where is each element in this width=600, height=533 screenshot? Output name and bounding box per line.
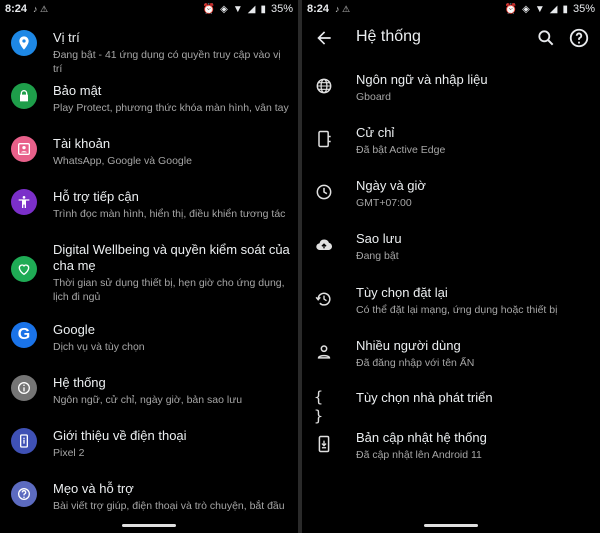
google-icon: G — [11, 322, 37, 348]
item-subtitle: Gboard — [356, 91, 392, 103]
status-time: 8:24 — [5, 3, 28, 15]
status-bar: 8:24 ♪ ⚠ ⏰ ◈ ▼ ◢ ▮ 35% — [302, 0, 600, 18]
page-title: Hệ thống — [356, 28, 421, 45]
item-title: Cử chỉ — [356, 125, 395, 140]
item-subtitle: Đang bật — [356, 250, 399, 262]
item-subtitle: Pixel 2 — [53, 447, 85, 459]
item-title: Google — [53, 322, 95, 337]
system-settings-panel: 8:24 ♪ ⚠ ⏰ ◈ ▼ ◢ ▮ 35% Hệ thống Ngôn ngữ… — [302, 0, 600, 533]
person-icon — [314, 342, 334, 362]
back-arrow-icon[interactable] — [314, 28, 334, 48]
gesture-nav-bar[interactable] — [122, 524, 176, 527]
notification-icons: ♪ ⚠ — [335, 3, 351, 14]
alarm-icon: ⏰ — [504, 3, 518, 15]
battery-level: 35% — [270, 3, 293, 15]
item-title: Tài khoản — [53, 136, 111, 151]
status-bar: 8:24 ♪ ⚠ ⏰ ◈ ▼ ◢ ▮ 35% — [0, 0, 298, 18]
item-subtitle: Thời gian sử dụng thiết bị, hẹn giờ cho … — [53, 277, 285, 303]
item-title: Nhiều người dùng — [356, 338, 461, 353]
item-subtitle: WhatsApp, Google và Google — [53, 155, 192, 167]
phone-icon — [11, 428, 37, 454]
item-subtitle: Có thể đặt lại mạng, ứng dụng hoặc thiết… — [356, 304, 558, 316]
notification-icons: ♪ ⚠ — [33, 3, 49, 14]
item-subtitle: Play Protect, phương thức khóa màn hình,… — [53, 102, 289, 114]
app-bar: Hệ thống — [302, 18, 600, 58]
item-title: Digital Wellbeing và quyền kiểm soát của… — [53, 242, 290, 273]
item-title: Tùy chọn nhà phát triển — [356, 390, 493, 405]
location-icon — [11, 30, 37, 56]
gesture-phone-icon — [314, 129, 334, 149]
alarm-icon: ⏰ — [202, 3, 216, 15]
clock-icon — [314, 182, 334, 202]
history-icon — [314, 289, 334, 309]
account-icon — [11, 136, 37, 162]
item-title: Ngày và giờ — [356, 178, 426, 193]
item-subtitle: Dịch vụ và tùy chọn — [53, 341, 145, 353]
item-subtitle: GMT+07:00 — [356, 197, 412, 209]
signal-icon: ◢ — [549, 3, 558, 15]
item-title: Bản cập nhật hệ thống — [356, 430, 487, 445]
item-title: Vị trí — [53, 30, 80, 45]
info-icon — [11, 375, 37, 401]
item-subtitle: Đang bật - 41 ứng dụng có quyền truy cập… — [53, 49, 281, 75]
item-title: Mẹo và hỗ trợ — [53, 481, 134, 496]
item-title: Hệ thống — [53, 375, 106, 390]
help-icon[interactable] — [568, 27, 590, 49]
settings-panel-left: 8:24 ♪ ⚠ ⏰ ◈ ▼ ◢ ▮ 35% Vị trí Đang bật -… — [0, 0, 298, 533]
system-update-icon — [314, 434, 334, 454]
globe-icon — [314, 76, 334, 96]
item-subtitle: Ngôn ngữ, cử chỉ, ngày giờ, bản sao lưu — [53, 394, 243, 406]
item-subtitle: Trình đọc màn hình, hiển thị, điều khiển… — [53, 208, 286, 220]
lock-icon — [11, 83, 37, 109]
item-title: Bảo mật — [53, 83, 102, 98]
help-icon — [11, 481, 37, 507]
cloud-upload-icon — [314, 235, 334, 255]
braces-icon: { } — [314, 388, 324, 425]
status-time: 8:24 — [307, 3, 330, 15]
gesture-nav-bar[interactable] — [424, 524, 478, 527]
accessibility-icon — [11, 189, 37, 215]
vibrate-icon: ◈ — [522, 3, 530, 15]
item-title: Giới thiệu về điện thoại — [53, 428, 187, 443]
item-title: Tùy chọn đặt lại — [356, 285, 448, 300]
search-icon[interactable] — [536, 28, 556, 48]
item-subtitle: Đã bật Active Edge — [356, 144, 446, 156]
wifi-icon: ▼ — [232, 3, 243, 15]
wifi-icon: ▼ — [534, 3, 545, 15]
item-title: Hỗ trợ tiếp cận — [53, 189, 139, 204]
item-subtitle: Đã đăng nhập với tên ẤN — [356, 357, 475, 369]
item-title: Ngôn ngữ và nhập liệu — [356, 72, 488, 87]
item-subtitle: Bài viết trợ giúp, điện thoại và trò chu… — [53, 500, 285, 512]
battery-icon: ▮ — [260, 3, 266, 15]
wellbeing-icon — [11, 256, 37, 282]
signal-icon: ◢ — [247, 3, 256, 15]
item-title: Sao lưu — [356, 231, 402, 246]
vibrate-icon: ◈ — [220, 3, 228, 15]
battery-icon: ▮ — [562, 3, 568, 15]
item-subtitle: Đã cập nhật lên Android 11 — [356, 449, 482, 461]
battery-level: 35% — [572, 3, 595, 15]
